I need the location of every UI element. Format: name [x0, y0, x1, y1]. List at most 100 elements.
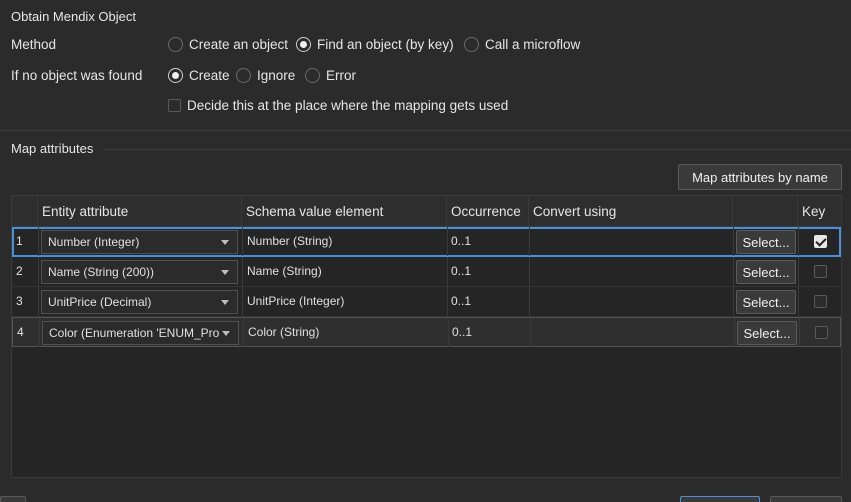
- entity-attribute-dropdown[interactable]: Number (Integer): [41, 230, 238, 254]
- method-option-create[interactable]: Create an object: [168, 37, 288, 52]
- select-converter-button[interactable]: Select...: [736, 290, 796, 314]
- ok-button[interactable]: [680, 496, 760, 502]
- row-index: 3: [16, 294, 23, 308]
- column-header-select: [733, 196, 798, 227]
- entity-attribute-dropdown[interactable]: Name (String (200)): [41, 260, 238, 284]
- bottom-left-button[interactable]: [0, 496, 26, 502]
- schema-value-element: Name (String): [247, 264, 322, 278]
- column-divider: [529, 227, 530, 256]
- method-microflow-radio[interactable]: [464, 37, 479, 52]
- key-checkbox[interactable]: [814, 295, 827, 308]
- column-divider: [733, 287, 734, 316]
- attributes-table: Entity attribute Schema value element Oc…: [11, 195, 842, 478]
- entity-attribute-dropdown[interactable]: UnitPrice (Decimal): [41, 290, 238, 314]
- table-row[interactable]: 3 UnitPrice (Decimal) UnitPrice (Integer…: [12, 287, 841, 317]
- not-found-ignore-radio[interactable]: [236, 68, 251, 83]
- column-divider: [38, 287, 39, 316]
- column-header-index: [12, 196, 38, 227]
- decide-at-mapping-checkbox[interactable]: [168, 99, 181, 112]
- chevron-down-icon: [221, 300, 229, 305]
- entity-attribute-value: UnitPrice (Decimal): [48, 295, 152, 309]
- column-header-occurrence[interactable]: Occurrence: [447, 196, 529, 227]
- column-divider: [243, 318, 244, 347]
- entity-attribute-value: Number (Integer): [48, 235, 140, 249]
- map-section-title-line: [104, 149, 851, 150]
- column-divider: [798, 257, 799, 286]
- method-create-radio[interactable]: [168, 37, 183, 52]
- select-converter-button[interactable]: Select...: [736, 230, 796, 254]
- method-microflow-label: Call a microflow: [485, 37, 581, 52]
- map-section-title: Map attributes: [11, 141, 94, 156]
- not-found-label: If no object was found: [11, 68, 143, 83]
- key-checkbox[interactable]: [814, 265, 827, 278]
- column-header-entity-attribute[interactable]: Entity attribute: [38, 196, 242, 227]
- entity-attribute-dropdown[interactable]: Color (Enumeration 'ENUM_Pro: [42, 321, 239, 345]
- column-divider: [447, 257, 448, 286]
- table-header: Entity attribute Schema value element Oc…: [12, 196, 841, 227]
- method-find-label: Find an object (by key): [317, 37, 454, 52]
- schema-value-element: Number (String): [247, 234, 333, 248]
- method-label: Method: [11, 37, 57, 52]
- select-converter-button[interactable]: Select...: [737, 321, 797, 345]
- not-found-error-label: Error: [326, 68, 356, 83]
- column-divider: [38, 257, 39, 286]
- key-checkbox[interactable]: [815, 326, 828, 339]
- chevron-down-icon: [222, 331, 230, 336]
- column-divider: [448, 318, 449, 347]
- table-row[interactable]: 2 Name (String (200)) Name (String) 0..1…: [12, 257, 841, 287]
- schema-value-element: Color (String): [248, 325, 320, 339]
- occurrence-value: 0..1: [452, 325, 473, 339]
- method-option-microflow[interactable]: Call a microflow: [464, 37, 580, 52]
- not-found-option-ignore[interactable]: Ignore: [236, 68, 295, 83]
- column-divider: [242, 257, 243, 286]
- column-divider: [242, 227, 243, 256]
- chevron-down-icon: [221, 240, 229, 245]
- table-row[interactable]: 1 Number (Integer) Number (String) 0..1 …: [12, 227, 841, 257]
- column-divider: [799, 318, 800, 347]
- cancel-button[interactable]: [770, 496, 842, 502]
- method-find-radio[interactable]: [296, 37, 311, 52]
- column-divider: [734, 318, 735, 347]
- method-option-find[interactable]: Find an object (by key): [296, 37, 454, 52]
- column-divider: [447, 227, 448, 256]
- column-divider: [529, 287, 530, 316]
- not-found-option-create[interactable]: Create: [168, 68, 230, 83]
- entity-attribute-value: Color (Enumeration 'ENUM_Pro: [49, 326, 220, 340]
- row-index: 4: [17, 325, 24, 339]
- table-row[interactable]: 4 Color (Enumeration 'ENUM_Pro Color (St…: [12, 317, 841, 347]
- occurrence-value: 0..1: [451, 234, 472, 248]
- section-separator: [0, 130, 851, 131]
- occurrence-value: 0..1: [451, 294, 472, 308]
- not-found-ignore-label: Ignore: [257, 68, 296, 83]
- not-found-error-radio[interactable]: [305, 68, 320, 83]
- column-divider: [38, 227, 39, 256]
- not-found-option-error[interactable]: Error: [305, 68, 356, 83]
- column-divider: [529, 257, 530, 286]
- occurrence-value: 0..1: [451, 264, 472, 278]
- decide-at-mapping-option[interactable]: Decide this at the place where the mappi…: [168, 98, 508, 113]
- column-header-schema-value-element[interactable]: Schema value element: [242, 196, 447, 227]
- decide-at-mapping-label: Decide this at the place where the mappi…: [187, 98, 509, 113]
- column-divider: [39, 318, 40, 347]
- column-header-convert-using[interactable]: Convert using: [529, 196, 733, 227]
- column-header-key[interactable]: Key: [798, 196, 841, 227]
- column-divider: [798, 287, 799, 316]
- row-index: 2: [16, 264, 23, 278]
- not-found-create-label: Create: [189, 68, 230, 83]
- row-index: 1: [16, 234, 23, 248]
- column-divider: [242, 287, 243, 316]
- obtain-section-title: Obtain Mendix Object: [11, 9, 137, 24]
- entity-attribute-value: Name (String (200)): [48, 265, 155, 279]
- method-create-label: Create an object: [189, 37, 289, 52]
- map-attributes-by-name-button[interactable]: Map attributes by name: [678, 164, 842, 190]
- key-checkbox[interactable]: [814, 235, 827, 248]
- column-divider: [530, 318, 531, 347]
- column-divider: [798, 227, 799, 256]
- select-converter-button[interactable]: Select...: [736, 260, 796, 284]
- column-divider: [733, 227, 734, 256]
- chevron-down-icon: [221, 270, 229, 275]
- column-divider: [733, 257, 734, 286]
- not-found-create-radio[interactable]: [168, 68, 183, 83]
- schema-value-element: UnitPrice (Integer): [247, 294, 345, 308]
- column-divider: [447, 287, 448, 316]
